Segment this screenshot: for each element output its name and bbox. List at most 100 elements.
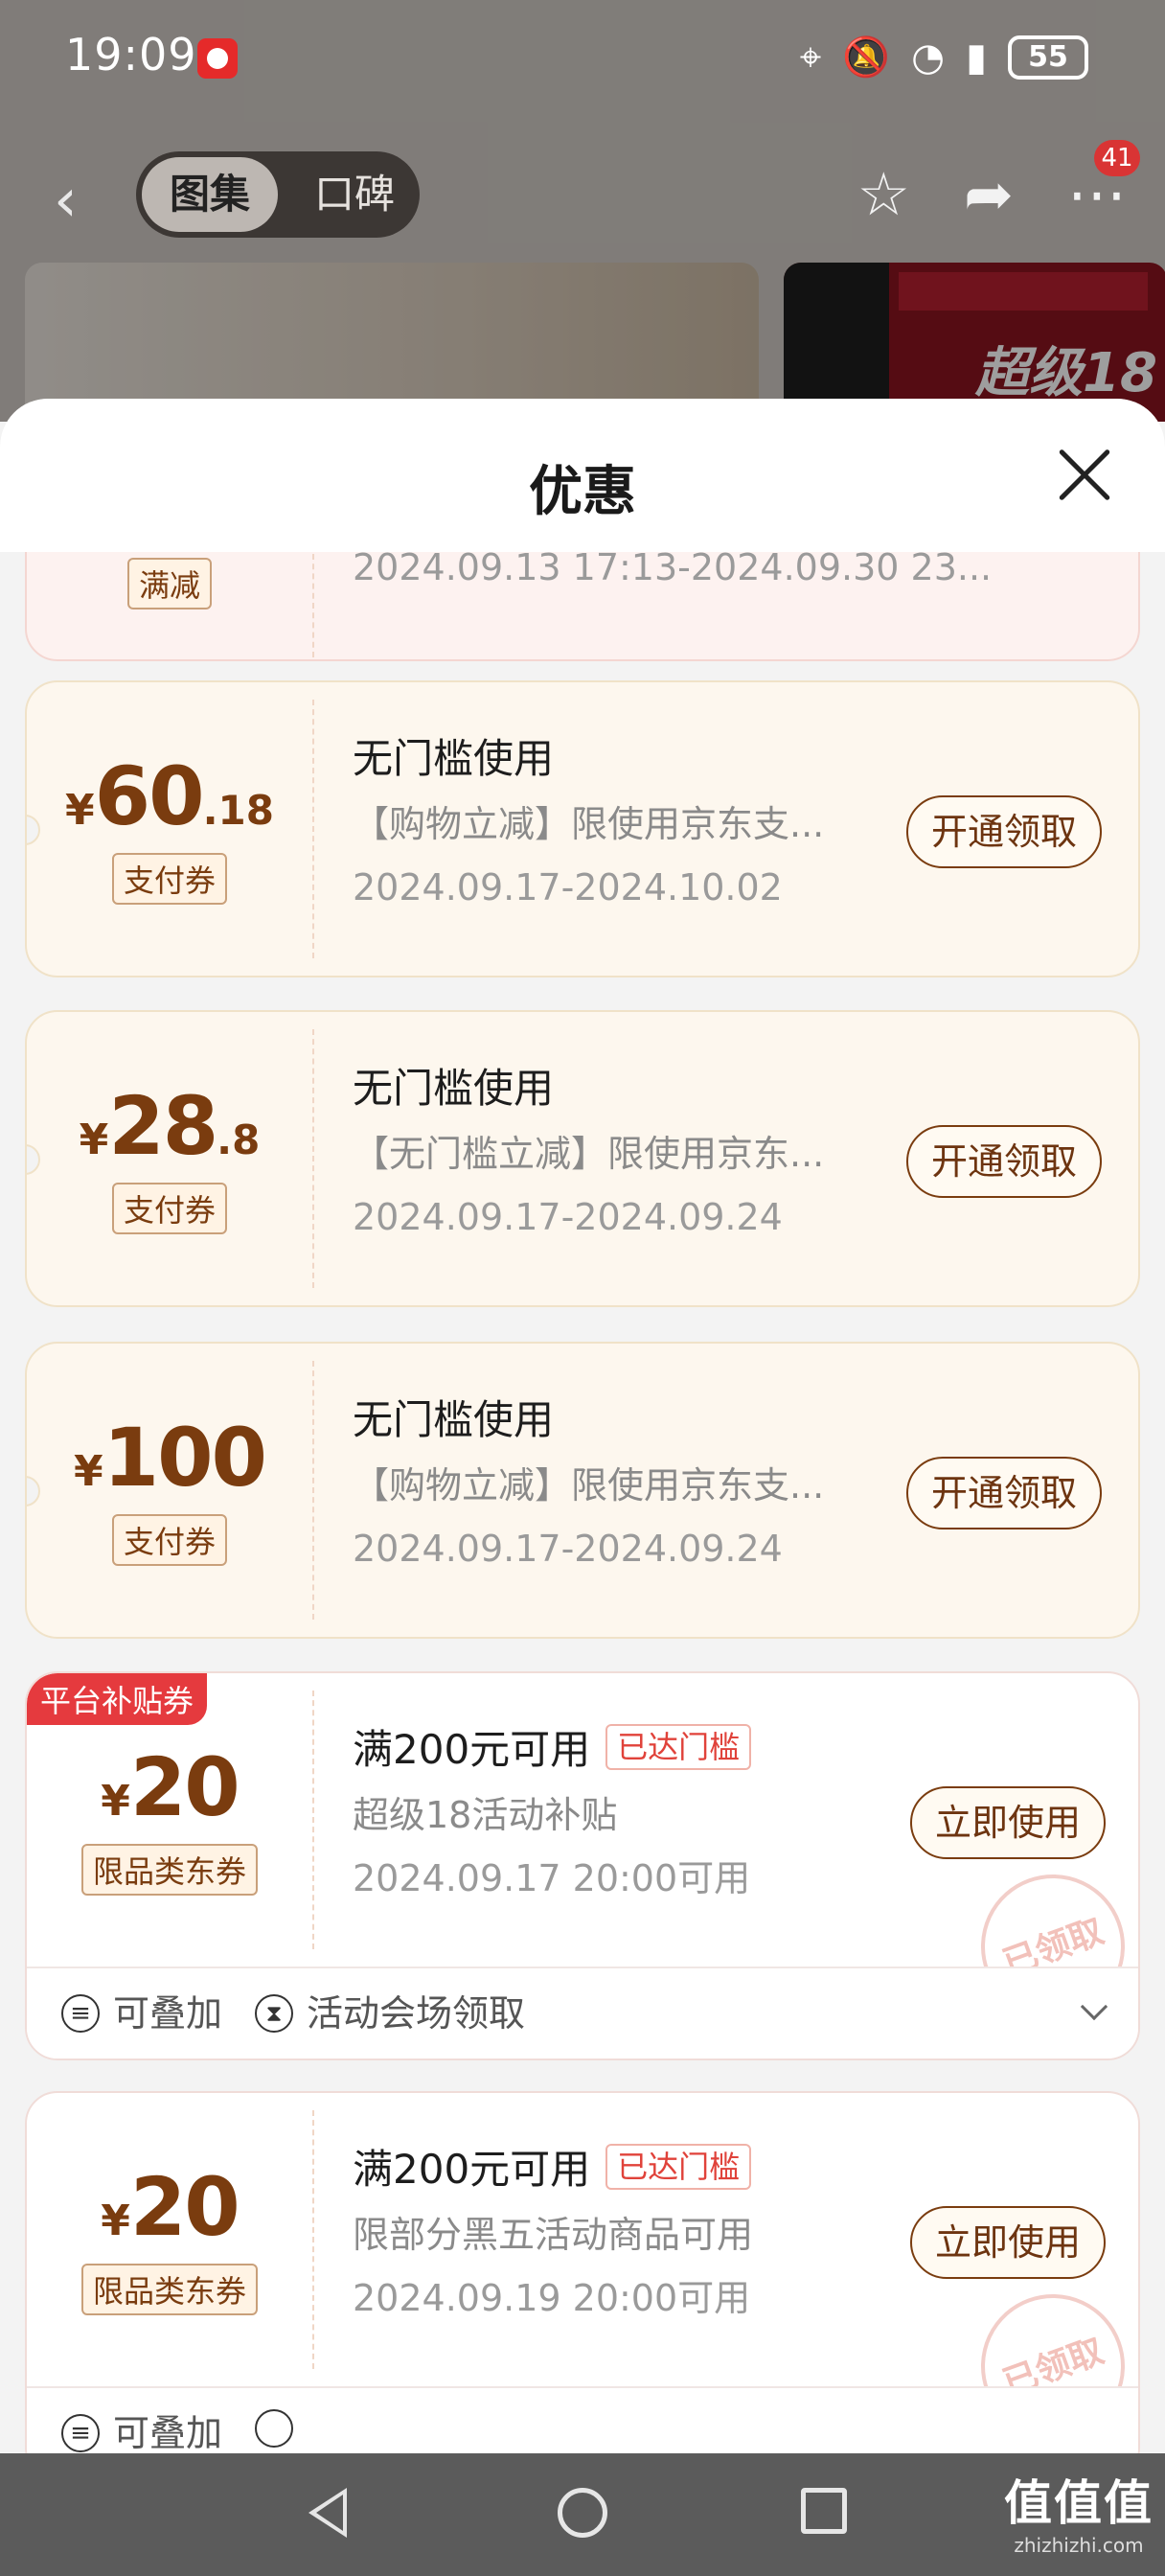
view-switch: 图集 口碑 — [136, 151, 420, 238]
watermark-main: 值值值 — [1004, 2475, 1154, 2531]
coupon-desc: 限部分黑五活动商品可用 — [353, 2214, 754, 2256]
coupon-date: 2024.09.17-2024.09.24 — [353, 1528, 783, 1570]
coupon-list[interactable]: 满减 2024.09.13 17:13-2024.09.30 23... ¥60… — [0, 552, 1165, 2453]
amount-decimal: .8 — [217, 1116, 261, 1163]
coupon-date: 2024.09.17 20:00可用 — [353, 1857, 751, 1899]
coupon-left: 满减 — [27, 552, 312, 659]
tab-gallery[interactable]: 图集 — [142, 157, 278, 232]
coupon-info: 无门槛使用 【购物立减】限使用京东支... 2024.09.17-2024.09… — [353, 1393, 908, 1576]
chevron-down-icon[interactable] — [1080, 1992, 1108, 2021]
top-nav: ‹ 图集 口碑 ☆ ➦ ⋯ 41 — [0, 140, 1165, 249]
currency-symbol: ¥ — [101, 1777, 130, 1826]
coupon-divider — [312, 1361, 314, 1620]
amount-decimal: .18 — [202, 787, 274, 834]
coupon-desc: 【购物立减】限使用京东支... — [353, 1464, 825, 1506]
coupon-amount: ¥28.8 — [27, 1079, 312, 1173]
coupon-title: 无门槛使用 — [353, 1065, 555, 1112]
coupon-card: ¥100 支付券 无门槛使用 【购物立减】限使用京东支... 2024.09.1… — [25, 1342, 1140, 1639]
coupon-main: 平台补贴券 ¥20 限品类东券 满200元可用 已达门槛 超级18活动补贴 202… — [27, 1673, 1138, 2039]
coupon-card: ¥60.18 支付券 无门槛使用 【购物立减】限使用京东支... 2024.09… — [25, 680, 1140, 978]
coupon-left: ¥20 限品类东券 — [27, 2093, 312, 2386]
coupon-card: ¥28.8 支付券 无门槛使用 【无门槛立减】限使用京东... 2024.09.… — [25, 1010, 1140, 1307]
coupon-amount: ¥60.18 — [27, 749, 312, 843]
coupon-date: 2024.09.13 17:13-2024.09.30 23... — [353, 552, 993, 588]
coupon-divider — [312, 1690, 314, 1949]
coupon-info: 无门槛使用 【无门槛立减】限使用京东... 2024.09.17-2024.09… — [353, 1062, 908, 1244]
coupon-tag: 限品类东券 — [80, 1844, 259, 1896]
coupon-desc: 超级18活动补贴 — [353, 1794, 618, 1836]
nav-back-icon[interactable] — [308, 2488, 347, 2538]
activate-claim-button[interactable]: 开通领取 — [905, 795, 1102, 868]
coupon-date: 2024.09.19 20:00可用 — [353, 2277, 751, 2319]
coupon-amount: ¥20 — [27, 1740, 312, 1834]
watermark-sub: zhizhizhi.com — [1014, 2534, 1144, 2557]
share-icon[interactable]: ➦ — [964, 159, 1014, 229]
coupon-tag: 支付券 — [111, 853, 228, 905]
coupon-date: 2024.09.17-2024.09.24 — [353, 1196, 783, 1238]
signal-icon: ▮ — [965, 34, 987, 80]
coupon-info: 无门槛使用 【购物立减】限使用京东支... 2024.09.17-2024.10… — [353, 732, 908, 914]
coupon-features[interactable]: 可叠加 活动会场领取 — [27, 1966, 1138, 2058]
threshold-reached-badge: 已达门槛 — [605, 1724, 752, 1770]
coupon-desc: 【无门槛立减】限使用京东... — [353, 1133, 825, 1175]
coupon-card: 平台补贴券 ¥20 限品类东券 满200元可用 已达门槛 超级18活动补贴 202… — [25, 1671, 1140, 2060]
coupon-desc: 【购物立减】限使用京东支... — [353, 803, 825, 845]
activate-claim-button[interactable]: 开通领取 — [905, 1125, 1102, 1198]
more-badge: 41 — [1094, 140, 1140, 176]
coupon-features[interactable]: 可叠加 — [27, 2386, 1138, 2453]
coupon-divider — [312, 700, 314, 958]
status-time: 19:09 — [65, 29, 197, 80]
back-icon[interactable]: ‹ — [54, 171, 78, 230]
coupon-left: ¥60.18 支付券 — [27, 682, 312, 976]
nav-home-icon[interactable] — [558, 2488, 607, 2538]
coupon-left: ¥28.8 支付券 — [27, 1012, 312, 1305]
coupon-title: 无门槛使用 — [353, 735, 555, 782]
status-bar: 19:09 ⌖ 🔕 ◔ ▮ 55 — [0, 0, 1165, 115]
stackable-feature: 可叠加 — [61, 1990, 222, 2037]
currency-symbol: ¥ — [74, 1447, 103, 1496]
coupon-tag: 支付券 — [111, 1514, 228, 1566]
favorite-star-icon[interactable]: ☆ — [857, 159, 910, 229]
activate-claim-button[interactable]: 开通领取 — [905, 1457, 1102, 1530]
nav-recents-icon[interactable] — [801, 2488, 847, 2534]
watermark: 值值值 zhizhizhi.com — [1004, 2465, 1154, 2557]
amount-value: 20 — [129, 2160, 240, 2254]
use-now-button[interactable]: 立即使用 — [909, 1786, 1106, 1859]
tab-reviews[interactable]: 口碑 — [297, 157, 412, 232]
threshold-reached-badge: 已达门槛 — [605, 2144, 752, 2190]
coupon-title-text: 满200元可用 — [353, 2146, 591, 2193]
location-icon: ⌖ — [799, 34, 822, 80]
feature-icon — [255, 2409, 293, 2448]
sheet-title: 优惠 — [529, 461, 636, 523]
venue-icon — [255, 1994, 293, 2033]
feature-label: 活动会场领取 — [307, 1992, 526, 2035]
coupon-amount: ¥100 — [27, 1411, 312, 1505]
coupon-card: ¥20 限品类东券 满200元可用 已达门槛 限部分黑五活动商品可用 2024.0… — [25, 2091, 1140, 2453]
coupon-info: 满200元可用 已达门槛 超级18活动补贴 2024.09.17 20:00可用 — [353, 1723, 908, 1905]
currency-symbol: ¥ — [79, 1116, 109, 1164]
use-now-button[interactable]: 立即使用 — [909, 2206, 1106, 2279]
battery-icon: 55 — [1008, 34, 1088, 80]
stackable-feature: 可叠加 — [61, 2409, 222, 2453]
discount-sheet: 优惠 满减 2024.09.13 17:13-2024.09.30 23... … — [0, 399, 1165, 2453]
amount-value: 20 — [129, 1740, 240, 1834]
extra-feature — [255, 2409, 293, 2448]
coupon-tag: 限品类东券 — [80, 2264, 259, 2315]
sheet-header: 优惠 — [0, 399, 1165, 552]
top-actions: ☆ ➦ ⋯ — [857, 159, 1127, 229]
feature-label: 可叠加 — [113, 1992, 223, 2035]
coupon-left: ¥100 支付券 — [27, 1344, 312, 1637]
coupon-title: 满200元可用 已达门槛 — [353, 2143, 908, 2196]
amount-value: 28 — [108, 1079, 218, 1173]
coupon-divider — [312, 552, 314, 657]
coupon-title: 无门槛使用 — [353, 1396, 555, 1443]
currency-symbol: ¥ — [65, 786, 95, 835]
currency-symbol: ¥ — [101, 2196, 130, 2245]
coupon-main: ¥20 限品类东券 满200元可用 已达门槛 限部分黑五活动商品可用 2024.0… — [27, 2093, 1138, 2453]
close-icon[interactable] — [1056, 447, 1113, 504]
status-icons: ⌖ 🔕 ◔ ▮ 55 — [800, 34, 1088, 80]
coupon-amount: ¥20 — [27, 2160, 312, 2254]
coupon-divider — [312, 1029, 314, 1288]
coupon-title-text: 满200元可用 — [353, 1726, 591, 1773]
coupon-tag: 支付券 — [111, 1183, 228, 1234]
